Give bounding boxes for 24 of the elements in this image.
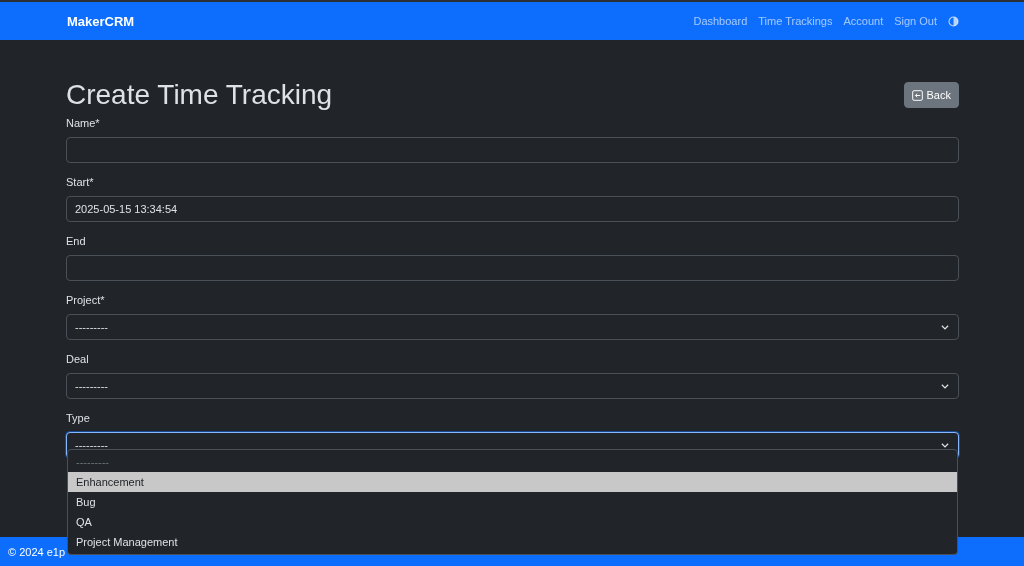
brand-link[interactable]: MakerCRM	[67, 13, 135, 29]
input-field[interactable]: 2025-05-15 13:34:54	[66, 196, 959, 222]
input-field[interactable]	[66, 137, 959, 163]
copyright-text: © 2024 e1p	[8, 545, 66, 558]
field-label: Start*	[66, 175, 95, 189]
field-label: Deal	[66, 352, 90, 366]
select-field[interactable]: ---------	[66, 314, 959, 340]
back-arrow-icon	[911, 89, 923, 101]
input-field[interactable]	[66, 255, 959, 281]
theme-toggle-icon[interactable]	[948, 15, 959, 27]
field-label: Project*	[66, 293, 106, 307]
dropdown-option[interactable]: QA	[68, 512, 957, 532]
dropdown-option[interactable]: Project Management	[68, 532, 957, 552]
chevron-down-icon	[940, 440, 950, 450]
chevron-down-icon	[940, 322, 950, 332]
field-label: End	[66, 234, 87, 248]
field-label: Type	[66, 411, 91, 425]
page-title: Create Time Tracking	[66, 78, 333, 112]
field-label: Name*	[66, 116, 101, 130]
chevron-down-icon	[940, 381, 950, 391]
dropdown-option[interactable]: Enhancement	[68, 472, 957, 492]
back-button[interactable]: Back	[903, 82, 959, 108]
select-field[interactable]: ---------	[66, 373, 959, 399]
dropdown-option[interactable]: Bug	[68, 492, 957, 512]
